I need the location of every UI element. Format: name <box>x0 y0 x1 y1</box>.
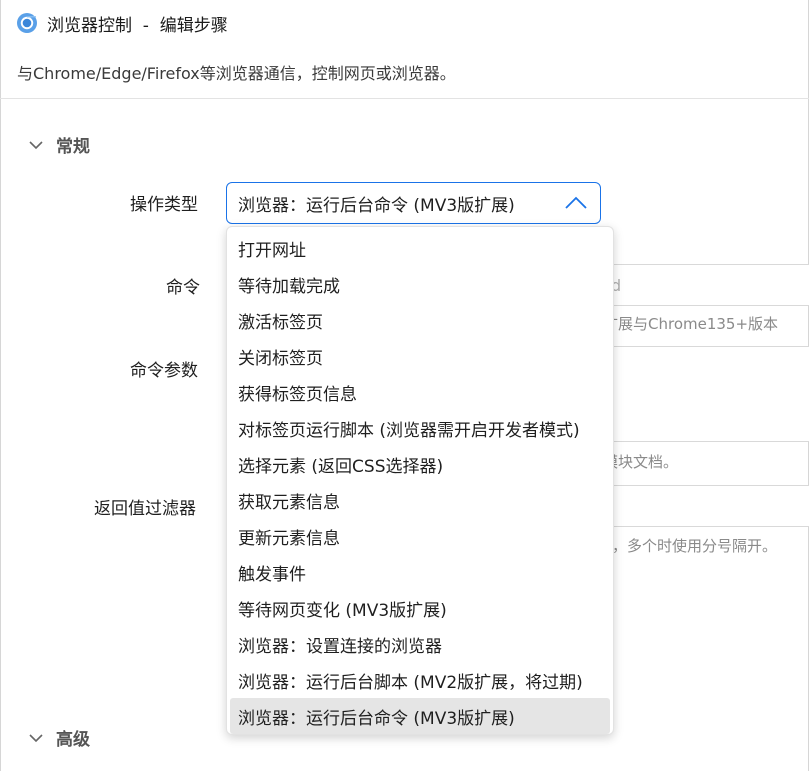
dropdown-option[interactable]: 关闭标签页 <box>230 338 610 374</box>
command-hint: 器扩展与Chrome135+版本 <box>588 315 779 333</box>
dropdown-option-selected[interactable]: 浏览器：运行后台命令 (MV3版扩展) <box>230 698 610 734</box>
dropdown-option[interactable]: 触发事件 <box>230 554 610 590</box>
operation-type-label: 操作类型 <box>130 195 198 215</box>
operation-type-select[interactable]: 浏览器：运行后台命令 (MV3版扩展) <box>226 182 601 224</box>
dropdown-option[interactable]: 选择元素 (返回CSS选择器) <box>230 446 610 482</box>
chevron-down-icon <box>29 733 43 742</box>
dropdown-option[interactable]: 获取元素信息 <box>230 482 610 518</box>
command-params-label: 命令参数 <box>130 361 198 381</box>
return-filter-hint: ，多个时使用分号隔开。 <box>612 537 778 555</box>
dropdown-option[interactable]: 浏览器：运行后台脚本 (MV2版扩展，将过期) <box>230 662 610 698</box>
operation-type-value: 浏览器：运行后台命令 (MV3版扩展) <box>238 195 515 216</box>
dropdown-option[interactable]: 对标签页运行脚本 (浏览器需开启开发者模式) <box>230 410 610 446</box>
section-general-header[interactable]: 常规 <box>28 132 90 157</box>
section-advanced-label: 高级 <box>56 730 90 750</box>
dropdown-option[interactable]: 更新元素信息 <box>230 518 610 554</box>
dropdown-option[interactable]: 打开网址 <box>230 230 610 266</box>
dropdown-option[interactable]: 激活标签页 <box>230 302 610 338</box>
return-filter-label: 返回值过滤器 <box>94 499 196 519</box>
dropdown-option[interactable]: 浏览器：设置连接的浏览器 <box>230 626 610 662</box>
section-advanced-header[interactable]: 高级 <box>28 725 90 750</box>
window-title: 浏览器控制 - 编辑步骤 <box>47 15 228 36</box>
section-general-label: 常规 <box>56 137 90 157</box>
title-bar: 浏览器控制 - 编辑步骤 <box>0 0 809 46</box>
chevron-up-icon <box>565 196 587 209</box>
dropdown-option[interactable]: 获得标签页信息 <box>230 374 610 410</box>
dropdown-option[interactable]: 等待加载完成 <box>230 266 610 302</box>
chevron-down-icon <box>29 140 43 149</box>
dropdown-option[interactable]: 等待网页变化 (MV3版扩展) <box>230 590 610 626</box>
operation-type-dropdown: 打开网址 等待加载完成 激活标签页 关闭标签页 获得标签页信息 对标签页运行脚本… <box>226 226 614 735</box>
chrome-icon <box>17 13 37 33</box>
command-label: 命令 <box>166 278 200 298</box>
header-divider <box>0 98 809 99</box>
page-description: 与Chrome/Edge/Firefox等浏览器通信，控制网页或浏览器。 <box>17 64 456 83</box>
